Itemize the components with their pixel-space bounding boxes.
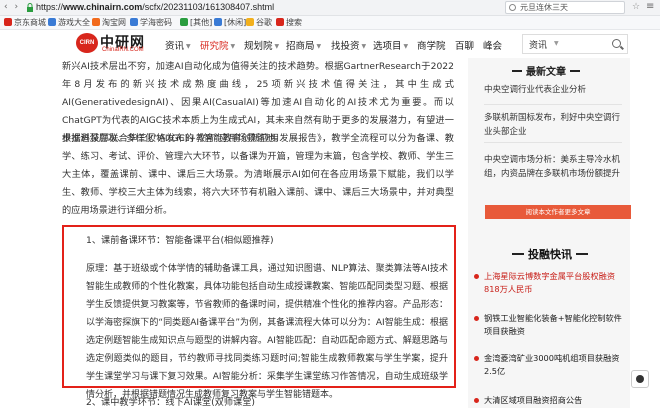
flash-news-text: 金湾菱湾矿业3000吨机组项目获融资2.5亿: [484, 353, 620, 376]
nav-item-research[interactable]: 研究院 ▼: [200, 38, 235, 52]
flash-news-text: 上海星际云博数字金属平台股权融资818万人民币: [484, 271, 616, 294]
bookmark-label: 学海密码: [140, 18, 172, 27]
site-logo[interactable]: CIRN 中研网 ChinaIRN.COM: [76, 33, 164, 55]
chevron-down-icon: ▼: [186, 43, 191, 50]
nav-label: 规划院: [244, 41, 273, 52]
lock-icon: [27, 3, 33, 12]
url-path: /scfx/20231103/161308407.shtml: [142, 2, 275, 12]
news-bullet-icon: [474, 274, 479, 279]
divider: [484, 104, 622, 105]
latest-article-item[interactable]: 中央空调行业代表企业分析: [484, 84, 622, 98]
article-paragraph-3: 原理：基于班级或个体学情的辅助备课工具，通过知识图谱、NLP算法、聚类算法等AI…: [86, 264, 448, 400]
latest-article-item[interactable]: 中央空调市场分析：美系主导冷水机组，内资品牌在多联机市场份额提升: [484, 154, 622, 181]
bookmarks-bar: 京东商城 游戏大全 淘宝网 学海密码 [其他] [休闲] 谷歌 搜索: [0, 16, 660, 30]
nav-item-business-school[interactable]: 商学院: [417, 38, 446, 52]
nav-item-bailiao[interactable]: 百聊: [455, 38, 474, 52]
bookmark-favicon-icon: [92, 18, 100, 26]
logo-badge: CIRN: [76, 33, 98, 53]
chevron-down-icon: ▼: [316, 43, 322, 50]
news-bullet-icon: [474, 316, 479, 321]
section-title-label: 投融快讯: [528, 248, 572, 261]
share-icon[interactable]: [631, 370, 649, 388]
nav-label: 找投资: [331, 41, 360, 52]
nav-label: 招商局: [286, 41, 315, 52]
bookmark-label: 京东商城: [14, 18, 46, 27]
nav-item-projects[interactable]: 选项目 ▼: [373, 38, 408, 52]
section-title-label: 最新文章: [526, 67, 566, 78]
bookmark-label: [休闲]: [224, 18, 247, 27]
bookmark-item[interactable]: 学海密码: [130, 17, 172, 28]
chevron-down-icon: ▼: [361, 43, 367, 50]
bookmark-star-icon[interactable]: ☆: [632, 2, 640, 12]
nav-label: 峰会: [483, 41, 503, 52]
browser-search-value: 元旦连休三天: [520, 3, 568, 12]
site-search[interactable]: 资讯 ▼: [522, 34, 628, 54]
news-bullet-icon: [474, 356, 479, 361]
bookmark-favicon-icon: [48, 18, 56, 26]
nav-label: 资讯: [165, 41, 185, 52]
browser-search-box[interactable]: 元旦连休三天: [505, 1, 625, 14]
browser-menu-icon[interactable]: ≡: [646, 1, 654, 12]
bookmark-item[interactable]: 谷歌: [246, 17, 272, 28]
divider: [570, 70, 580, 72]
more-articles-button[interactable]: 阅读本文作者更多文章: [485, 205, 631, 219]
search-type-select[interactable]: 资讯: [529, 38, 547, 51]
news-bullet-icon: [474, 398, 479, 403]
nav-label: 商学院: [417, 41, 446, 52]
bookmark-item[interactable]: 京东商城: [4, 17, 46, 28]
bookmark-favicon-icon: [130, 18, 138, 26]
nav-item-investment-promotion[interactable]: 招商局 ▼: [286, 38, 321, 52]
nav-item-summit[interactable]: 峰会: [483, 38, 502, 52]
flash-news-text: 钢铁工业智能化装备+智能化控制软件项目获融资: [484, 313, 622, 336]
bookmark-item[interactable]: 搜索: [276, 17, 302, 28]
browser-nav-icons[interactable]: ‹ ›: [4, 2, 20, 12]
bookmark-label: 搜索: [286, 18, 302, 27]
latest-article-item[interactable]: 多联机新国标发布，利好中央空调行业头部企业: [484, 112, 622, 139]
nav-label: 选项目: [373, 41, 402, 52]
nav-label: 百聊: [455, 41, 475, 52]
nav-label: 研究院: [200, 41, 229, 52]
divider: [512, 253, 524, 255]
bookmark-label: 淘宝网: [102, 18, 126, 27]
nav-item-find-investment[interactable]: 找投资 ▼: [331, 38, 366, 52]
bookmark-label: 谷歌: [256, 18, 272, 27]
browser-address-bar: ‹ › https://www.chinairn.com/scfx/202311…: [0, 0, 660, 16]
flash-news-title: 投融快讯: [508, 246, 592, 262]
logo-en: ChinaIRN.COM: [102, 47, 144, 53]
url-field[interactable]: https://www.chinairn.com/scfx/20231103/1…: [36, 2, 274, 12]
bookmark-item[interactable]: [其他]: [180, 17, 212, 28]
bookmark-label: [其他]: [190, 18, 213, 27]
search-icon: [509, 4, 516, 11]
url-prefix: https://: [36, 2, 64, 12]
bookmark-favicon-icon: [276, 18, 284, 26]
bookmark-favicon-icon: [180, 18, 188, 26]
chevron-down-icon: ▼: [403, 43, 409, 50]
chevron-down-icon: ▼: [230, 43, 236, 50]
bookmark-item[interactable]: 淘宝网: [92, 17, 126, 28]
url-host: www.chinairn.com: [63, 2, 143, 12]
search-icon[interactable]: [612, 39, 621, 48]
bookmark-favicon-icon: [246, 18, 254, 26]
nav-item-planning[interactable]: 规划院 ▼: [244, 38, 279, 52]
bookmark-item[interactable]: 游戏大全: [48, 17, 90, 28]
article-paragraph-2: 根据科技部联合华三贝格发布的《智能教育创新应用发展报告》，教学全流程可以分为备课…: [62, 133, 454, 216]
section-2-title: 2、课中教学环节：线下AI课堂(双师课堂): [86, 397, 256, 408]
section-1-title: 1、课前备课环节：智能备课平台(相似题推荐): [86, 235, 274, 246]
divider: [484, 142, 622, 143]
chevron-down-icon: ▼: [274, 43, 280, 50]
nav-item-news[interactable]: 资讯 ▼: [165, 38, 191, 52]
flash-news-text: 大清区域项目融资招商公告: [484, 395, 583, 405]
divider: [512, 70, 522, 72]
bookmark-item[interactable]: [休闲]: [214, 17, 246, 28]
bookmark-favicon-icon: [214, 18, 222, 26]
latest-articles-title: 最新文章: [508, 63, 584, 78]
divider: [576, 253, 588, 255]
chevron-down-icon: ▼: [554, 40, 559, 47]
bookmark-label: 游戏大全: [58, 18, 90, 27]
bookmark-favicon-icon: [4, 18, 12, 26]
